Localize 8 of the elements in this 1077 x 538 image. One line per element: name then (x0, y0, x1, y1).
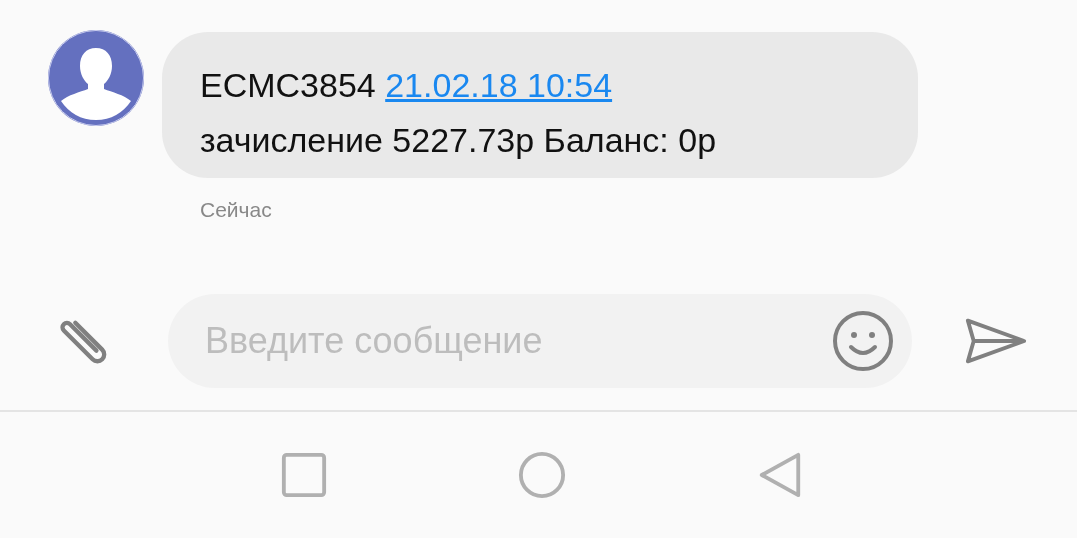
recent-apps-icon[interactable] (279, 451, 328, 499)
message-time: Сейчас (200, 198, 272, 222)
message-text: ECMC3854 21.02.18 10:54 зачисление 5227.73р Баланс: 0р (200, 65, 718, 161)
avatar-icon (48, 30, 144, 126)
send-icon[interactable] (964, 316, 1028, 366)
emoji-icon[interactable] (832, 310, 894, 372)
date-link[interactable]: 21.02.18 10:54 (385, 66, 613, 104)
home-icon[interactable] (517, 451, 566, 499)
